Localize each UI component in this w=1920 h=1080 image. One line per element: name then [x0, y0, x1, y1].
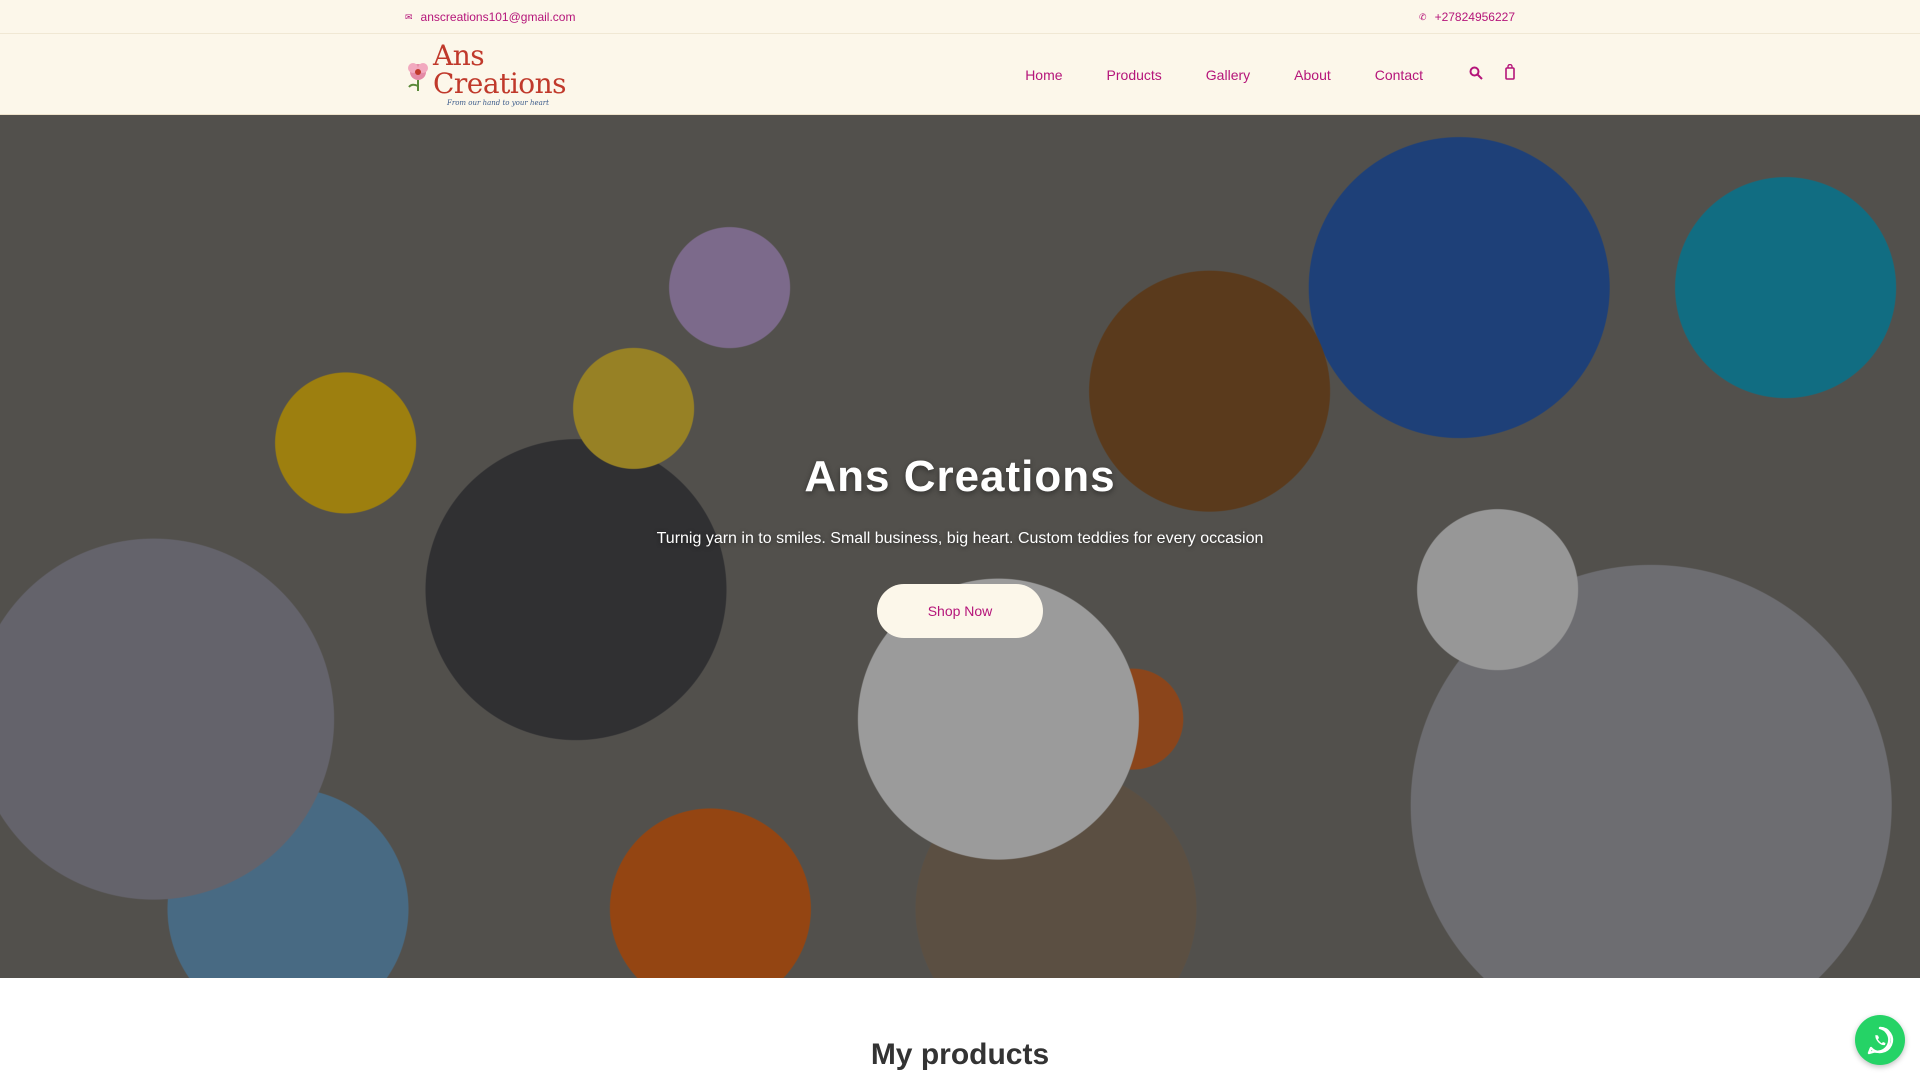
envelope-icon: ✉: [405, 11, 413, 22]
whatsapp-icon: [1867, 1026, 1894, 1055]
main-nav: Home Products Gallery About Contact: [1025, 63, 1515, 85]
cart-icon[interactable]: [1505, 63, 1515, 85]
products-section-title: My products: [870, 1038, 1050, 1071]
nav-products[interactable]: Products: [1107, 67, 1162, 83]
hero-banner: Ans Creations Turnig yarn in to smiles. …: [0, 115, 1920, 978]
nav-about[interactable]: About: [1294, 67, 1331, 83]
nav-home[interactable]: Home: [1025, 67, 1062, 83]
top-contact-bar: ✉ anscreations101@gmail.com ✆ +278249562…: [0, 0, 1920, 34]
site-header: Ans Creations From our hand to your hear…: [0, 34, 1920, 115]
logo-name: Ans Creations: [433, 39, 567, 100]
flower-icon: [408, 62, 428, 91]
phone-text[interactable]: +27824956227: [1435, 10, 1515, 24]
hero-title: Ans Creations: [804, 452, 1116, 501]
search-icon[interactable]: [1469, 65, 1483, 85]
nav-gallery[interactable]: Gallery: [1206, 67, 1250, 83]
hero-subtitle: Turnig yarn in to smiles. Small business…: [656, 530, 1264, 547]
email-text[interactable]: anscreations101@gmail.com: [421, 10, 576, 24]
site-logo[interactable]: Ans Creations From our hand to your hear…: [405, 42, 601, 107]
phone-contact[interactable]: ✆ +27824956227: [1419, 10, 1515, 24]
shop-now-button[interactable]: Shop Now: [877, 584, 1043, 638]
nav-contact[interactable]: Contact: [1375, 67, 1423, 83]
whatsapp-button[interactable]: [1855, 1015, 1905, 1065]
logo-tagline: From our hand to your heart: [447, 99, 549, 107]
email-contact[interactable]: ✉ anscreations101@gmail.com: [405, 10, 575, 24]
phone-icon: ✆: [1419, 11, 1427, 22]
